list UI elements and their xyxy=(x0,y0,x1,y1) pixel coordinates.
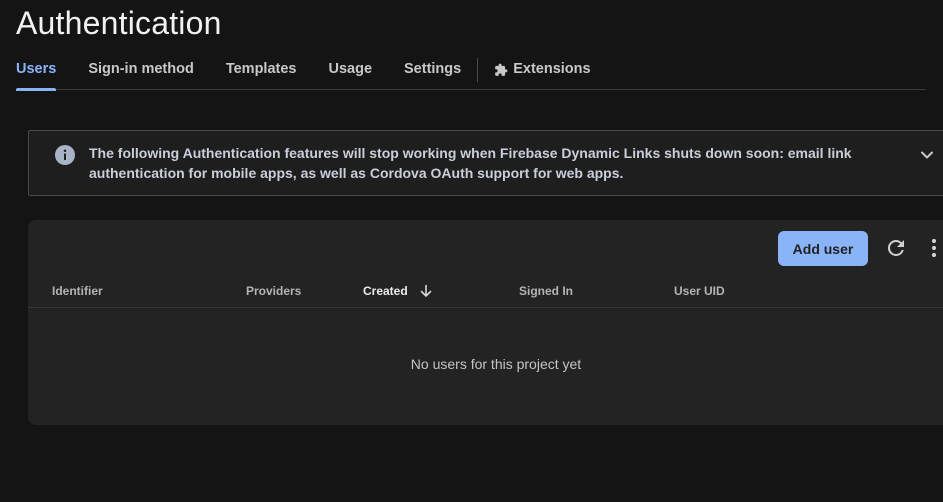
tab-extensions-label: Extensions xyxy=(513,61,591,77)
more-vert-icon[interactable] xyxy=(929,238,939,260)
tab-users[interactable]: Users xyxy=(16,52,57,91)
column-header-created[interactable]: Created xyxy=(363,284,433,298)
column-header-providers[interactable]: Providers xyxy=(246,284,301,298)
info-icon xyxy=(55,145,75,165)
tab-extensions[interactable]: Extensions xyxy=(494,52,591,90)
column-header-identifier[interactable]: Identifier xyxy=(52,284,103,298)
empty-state-message: No users for this project yet xyxy=(410,356,582,372)
tab-settings[interactable]: Settings xyxy=(404,52,461,90)
add-user-button[interactable]: Add user xyxy=(778,231,868,266)
tab-usage[interactable]: Usage xyxy=(328,52,372,90)
column-header-created-label: Created xyxy=(363,284,408,298)
arrow-down-icon xyxy=(419,284,433,298)
tab-templates[interactable]: Templates xyxy=(226,52,297,90)
extension-puzzle-icon xyxy=(494,63,508,77)
banner-message: The following Authentication features wi… xyxy=(89,145,852,181)
tab-bar: Users Sign-in method Templates Usage Set… xyxy=(16,52,926,91)
column-header-user-uid[interactable]: User UID xyxy=(674,284,725,298)
deprecation-banner: The following Authentication features wi… xyxy=(28,130,943,196)
column-header-signed-in[interactable]: Signed In xyxy=(519,284,573,298)
page-title: Authentication xyxy=(16,5,222,41)
refresh-icon[interactable] xyxy=(884,236,908,260)
tab-divider xyxy=(477,58,479,82)
users-card: Add user Identifier Providers Created Si… xyxy=(28,220,943,425)
chevron-down-icon[interactable] xyxy=(919,147,935,163)
users-table-header: Identifier Providers Created Signed In U… xyxy=(28,278,943,308)
tab-sign-in-method[interactable]: Sign-in method xyxy=(88,52,194,90)
